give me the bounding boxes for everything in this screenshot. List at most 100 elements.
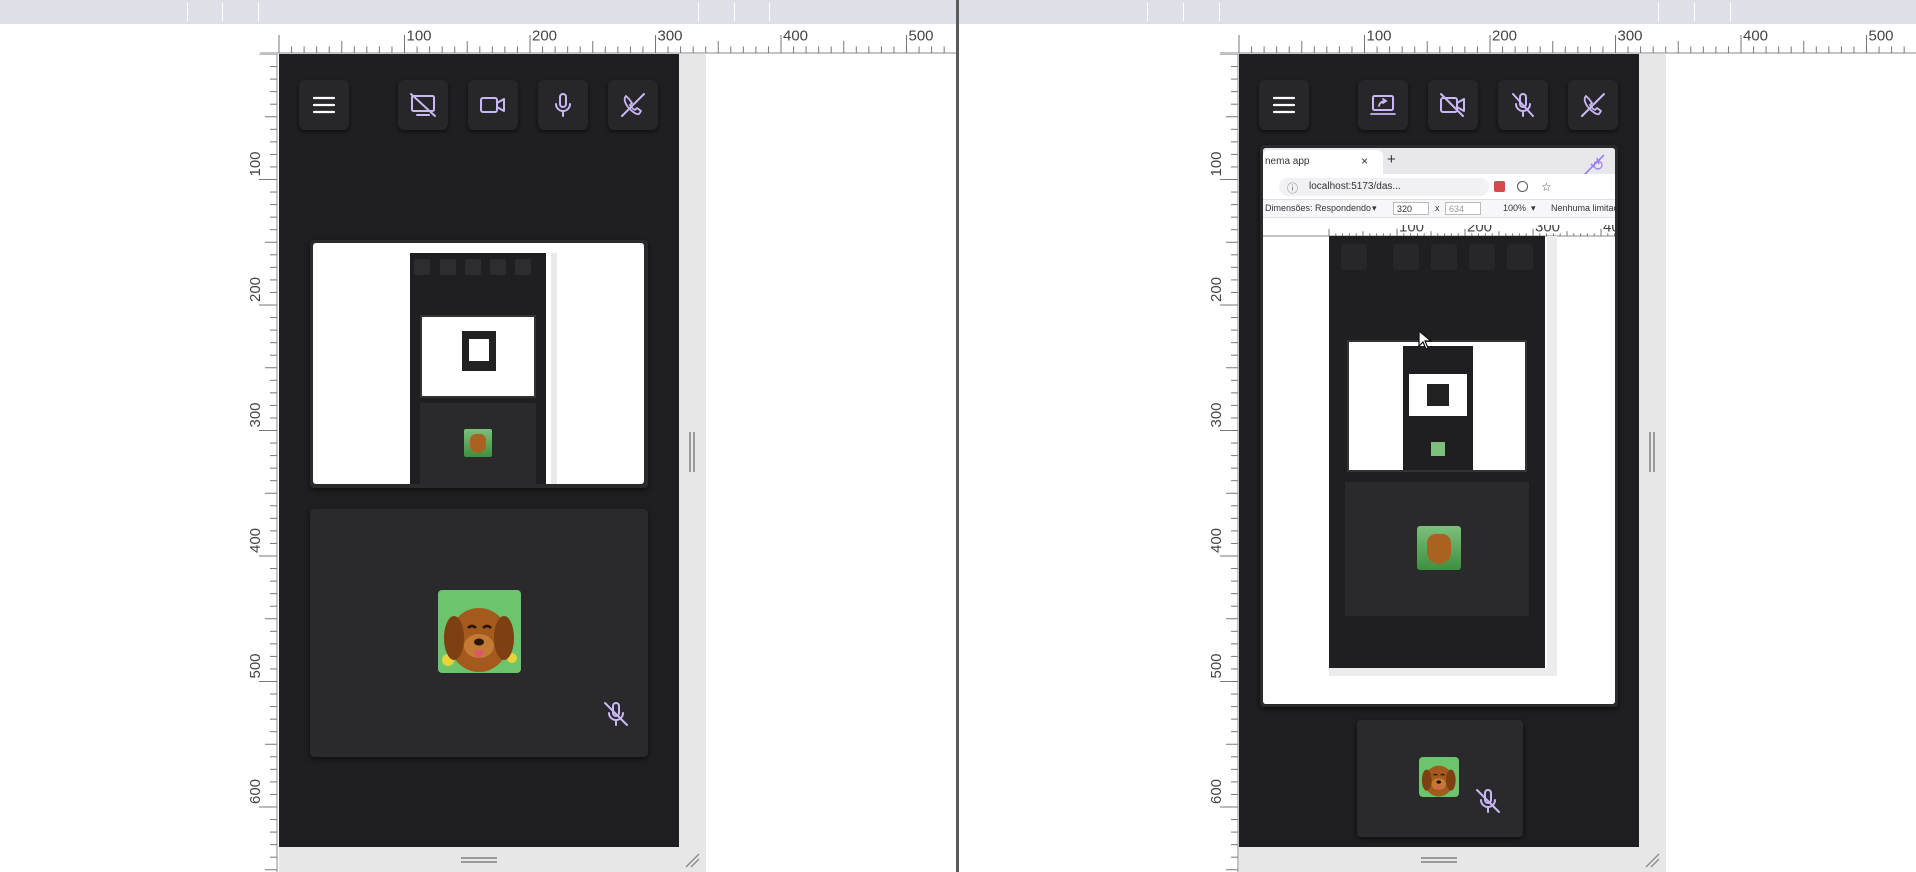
- horizontal-ruler: 100 200 300 400 500: [1220, 24, 1916, 54]
- participant-tile[interactable]: [1357, 720, 1523, 837]
- ruler-label: 100: [1367, 28, 1392, 45]
- favorites-icon[interactable]: ☆: [1541, 180, 1552, 194]
- hang-up-button[interactable]: [608, 80, 658, 130]
- mic-off-icon: [604, 702, 628, 726]
- ruler-label: 500: [1869, 28, 1894, 45]
- mouse-pointer-icon: [1418, 329, 1433, 355]
- hamburger-icon: [1272, 96, 1296, 114]
- ruler-label: 300: [1535, 225, 1560, 236]
- zoom-select[interactable]: 100%: [1503, 203, 1526, 213]
- horizontal-resize-handle[interactable]: [1421, 856, 1457, 864]
- mobile-viewport: nema app × + ⓘ localhost:5173/das... ☆ D…: [1239, 54, 1639, 847]
- video-camera-icon: [480, 97, 505, 113]
- corner-resize-handle[interactable]: [1644, 852, 1660, 868]
- top-toolbar-strip-left: [0, 0, 956, 24]
- ruler-label: 500: [1209, 653, 1225, 678]
- nested-viewport: [410, 253, 546, 484]
- ruler-label: 100: [1209, 151, 1225, 176]
- mic-off-indicator: [599, 697, 633, 731]
- mic-off-indicator: [1471, 784, 1505, 818]
- ruler-label: 500: [909, 28, 934, 45]
- screen-share-button[interactable]: [398, 80, 448, 130]
- vertical-resize-handle[interactable]: [1648, 432, 1656, 472]
- ruler-label: 600: [1209, 779, 1225, 804]
- mobile-viewport: [279, 54, 679, 847]
- microphone-off-icon: [1512, 93, 1534, 117]
- ruler-label: 300: [1209, 402, 1225, 427]
- device-toolbar: Dimensões: Respondendo ▾ 320 x 634 100% …: [1263, 200, 1615, 218]
- height-input[interactable]: 634: [1445, 202, 1481, 215]
- vertical-ruler: 100 200 300 400 500 600: [248, 54, 278, 872]
- ruler-label: 400: [1743, 28, 1768, 45]
- zoom-chevron-icon: ▾: [1531, 203, 1536, 213]
- horizontal-ruler: 100 200 300 400 500: [260, 24, 956, 54]
- throttle-select[interactable]: Nenhuma limitaç: [1551, 203, 1615, 213]
- vertical-ruler: 100 200 300 400 500 600: [1209, 54, 1239, 872]
- hang-up-button[interactable]: [1568, 80, 1618, 130]
- ruler-label: 200: [1467, 225, 1492, 236]
- ruler-label: 600: [248, 779, 264, 804]
- info-icon: ⓘ: [1287, 183, 1298, 195]
- panel-divider[interactable]: [956, 0, 959, 872]
- times-label: x: [1435, 203, 1440, 213]
- shared-screen: [313, 243, 644, 484]
- browser-address-bar: ⓘ localhost:5173/das... ☆: [1263, 174, 1615, 200]
- nested-horizontal-ruler: 100 200 300 400: [1263, 219, 1615, 237]
- close-tab-icon[interactable]: ×: [1361, 154, 1368, 168]
- dimensions-chevron-icon: ▾: [1372, 203, 1377, 213]
- horizontal-resize-handle[interactable]: [461, 856, 497, 864]
- page-canvas: 100 200 300 400: [1263, 218, 1615, 704]
- width-input[interactable]: 320: [1393, 202, 1429, 215]
- phone-hangup-icon: [1581, 93, 1605, 117]
- viewport-bottom-bar: [279, 847, 706, 872]
- ruler-label: 400: [1603, 225, 1615, 236]
- extension-icon[interactable]: [1494, 181, 1505, 192]
- new-tab-icon[interactable]: +: [1387, 151, 1396, 168]
- ruler-label: 400: [1209, 528, 1225, 553]
- screen-share-icon: [1370, 95, 1396, 115]
- ruler-label: 500: [248, 653, 264, 678]
- ruler-label: 200: [532, 28, 557, 45]
- viewport-vertical-scrollbar[interactable]: [1639, 54, 1666, 847]
- dog-avatar: [438, 590, 521, 673]
- browser-tab[interactable]: nema app ×: [1263, 150, 1383, 174]
- ruler-label: 300: [1618, 28, 1643, 45]
- camera-button[interactable]: [468, 80, 518, 130]
- ruler-label: 100: [248, 151, 264, 176]
- phone-hangup-icon: [621, 93, 645, 117]
- screen-share-tile[interactable]: [310, 240, 648, 488]
- participant-tile[interactable]: [310, 509, 648, 757]
- screen-share-tile[interactable]: nema app × + ⓘ localhost:5173/das... ☆ D…: [1260, 145, 1618, 707]
- vertical-resize-handle[interactable]: [688, 432, 696, 472]
- corner-resize-handle[interactable]: [684, 852, 700, 868]
- workspace: 100 200 300 400 500 100 200 300 400 500 600: [0, 0, 1916, 872]
- microphone-button[interactable]: [538, 80, 588, 130]
- extension-icon[interactable]: [1517, 181, 1528, 192]
- menu-button[interactable]: [1259, 80, 1309, 130]
- shared-browser: nema app × + ⓘ localhost:5173/das... ☆ D…: [1263, 148, 1615, 704]
- microphone-icon: [555, 93, 571, 117]
- viewport-vertical-scrollbar[interactable]: [679, 54, 706, 847]
- menu-button[interactable]: [299, 80, 349, 130]
- nested-viewport: [1329, 236, 1545, 668]
- ruler-label: 300: [658, 28, 683, 45]
- ruler-label: 400: [783, 28, 808, 45]
- ruler-label: 400: [248, 528, 264, 553]
- ruler-label: 200: [1492, 28, 1517, 45]
- screen-share-button[interactable]: [1358, 80, 1408, 130]
- mic-off-icon: [1476, 789, 1500, 813]
- url-field[interactable]: ⓘ localhost:5173/das...: [1279, 178, 1489, 196]
- screen-share-off-icon: [410, 93, 436, 117]
- ruler-label: 100: [407, 28, 432, 45]
- tab-title: nema app: [1265, 156, 1310, 167]
- hamburger-icon: [312, 96, 336, 114]
- ruler-label: 200: [1209, 277, 1225, 302]
- browser-tab-strip: nema app × +: [1263, 148, 1615, 176]
- ruler-label: 200: [248, 277, 264, 302]
- ruler-label: 300: [248, 402, 264, 427]
- dimensions-select[interactable]: Dimensões: Respondendo: [1265, 203, 1371, 213]
- dog-avatar: [1419, 757, 1459, 797]
- ruler-label: 100: [1399, 225, 1424, 236]
- camera-button[interactable]: [1428, 80, 1478, 130]
- microphone-button[interactable]: [1498, 80, 1548, 130]
